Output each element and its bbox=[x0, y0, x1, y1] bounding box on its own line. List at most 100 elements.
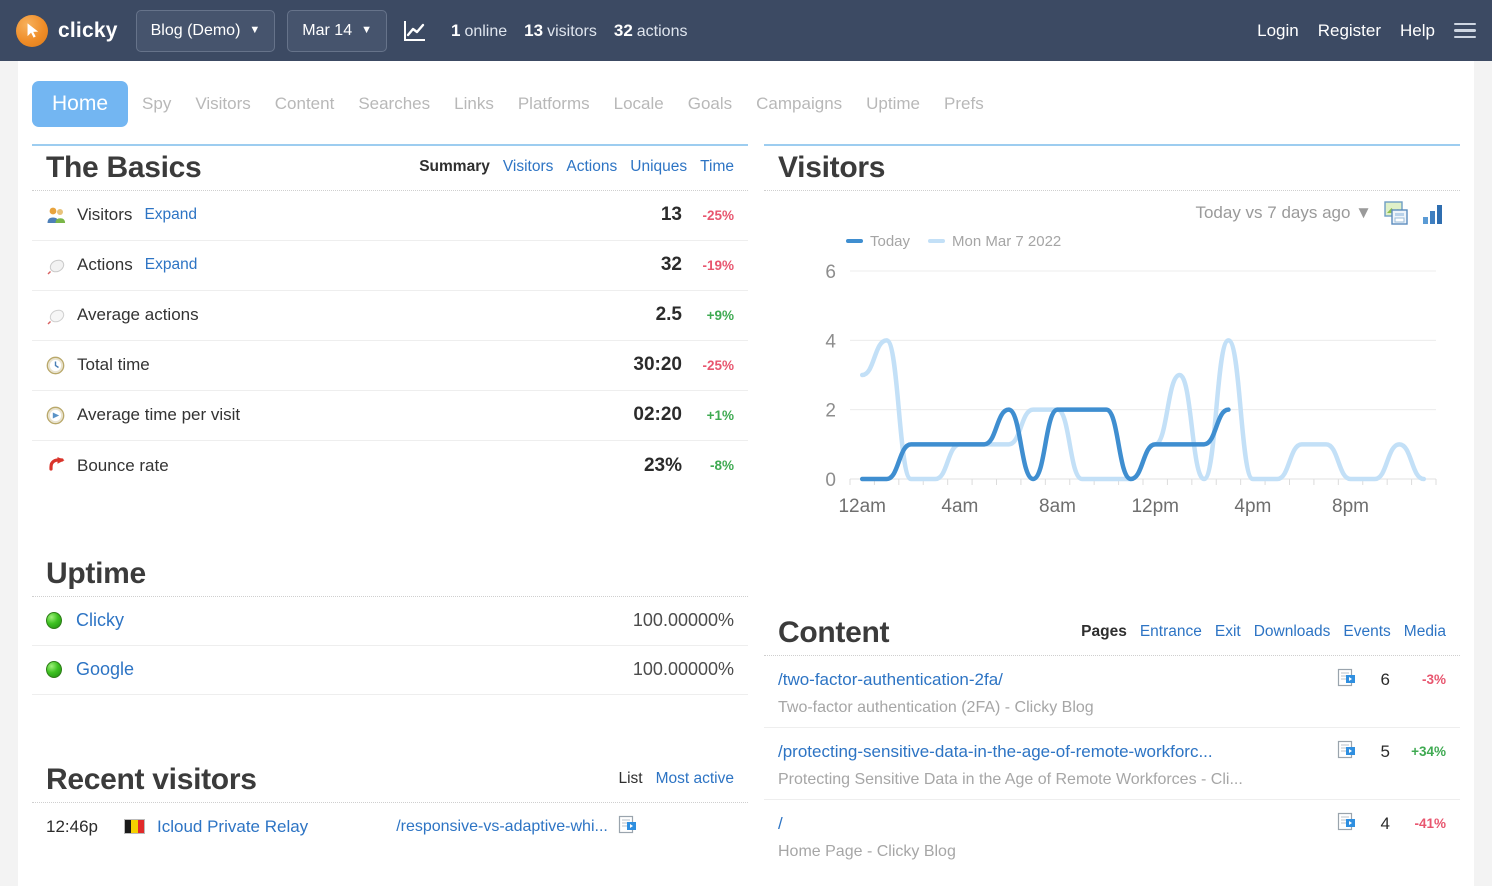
uptime-title: Uptime bbox=[46, 558, 146, 590]
nav-item-prefs[interactable]: Prefs bbox=[934, 88, 994, 120]
nav-item-home[interactable]: Home bbox=[32, 81, 128, 127]
stat-online-label: online bbox=[464, 23, 507, 40]
nav-item-locale[interactable]: Locale bbox=[604, 88, 674, 120]
nav-item-searches[interactable]: Searches bbox=[348, 88, 440, 120]
legend-item-today: Today bbox=[846, 233, 910, 250]
legend-swatch bbox=[846, 239, 863, 243]
card-accent-rule bbox=[32, 144, 748, 146]
tab-entrance[interactable]: Entrance bbox=[1140, 623, 1202, 641]
row-label: Average actions bbox=[77, 305, 199, 325]
tab-actions[interactable]: Actions bbox=[566, 158, 617, 176]
expand-link[interactable]: Expand bbox=[145, 256, 198, 274]
x-axis-tick: 4am bbox=[941, 496, 978, 517]
page-detail-icon[interactable] bbox=[1337, 668, 1356, 692]
nav-item-visitors[interactable]: Visitors bbox=[185, 88, 260, 120]
table-row[interactable]: Total time 30:20 -25% bbox=[32, 341, 748, 391]
tab-pages[interactable]: Pages bbox=[1081, 623, 1127, 641]
row-label: Visitors bbox=[77, 205, 132, 225]
y-axis-tick: 2 bbox=[825, 400, 836, 421]
content-url[interactable]: /two-factor-authentication-2fa/ bbox=[778, 670, 1003, 690]
visitor-name[interactable]: Icloud Private Relay bbox=[157, 817, 308, 837]
row-delta: -25% bbox=[682, 208, 734, 223]
tab-summary[interactable]: Summary bbox=[419, 158, 490, 176]
y-axis-tick: 6 bbox=[825, 262, 836, 283]
date-selector-label: Mar 14 bbox=[302, 22, 352, 40]
export-image-icon[interactable] bbox=[1384, 201, 1409, 226]
nav-item-goals[interactable]: Goals bbox=[678, 88, 742, 120]
nav-item-content[interactable]: Content bbox=[265, 88, 345, 120]
list-item[interactable]: Clicky 100.00000% bbox=[32, 597, 748, 646]
x-axis-tick: 12pm bbox=[1131, 496, 1179, 517]
row-delta: -25% bbox=[682, 358, 734, 373]
bar-chart-icon[interactable] bbox=[1421, 201, 1446, 226]
cursor-arrow-icon bbox=[16, 15, 48, 47]
stat-actions: 32actions bbox=[614, 21, 688, 41]
row-value: 2.5 bbox=[656, 304, 682, 326]
content-page-title: Protecting Sensitive Data in the Age of … bbox=[778, 771, 1298, 789]
table-row[interactable]: Average time per visit 02:20 +1% bbox=[32, 391, 748, 441]
tab-events[interactable]: Events bbox=[1343, 623, 1390, 641]
login-link[interactable]: Login bbox=[1257, 21, 1299, 41]
page-detail-icon[interactable] bbox=[1337, 740, 1356, 764]
visit-path[interactable]: /responsive-vs-adaptive-whi... bbox=[396, 818, 608, 836]
tab-downloads[interactable]: Downloads bbox=[1254, 623, 1331, 641]
help-link[interactable]: Help bbox=[1400, 21, 1435, 41]
x-axis-tick: 4pm bbox=[1234, 496, 1271, 517]
stat-online-value: 1 bbox=[451, 21, 460, 40]
recent-visitors-card: Recent visitors List Most active 12:46p … bbox=[32, 756, 748, 886]
nav-item-uptime[interactable]: Uptime bbox=[856, 88, 930, 120]
page-detail-icon[interactable] bbox=[618, 815, 637, 839]
content-page-title: Home Page - Clicky Blog bbox=[778, 843, 1298, 861]
page-detail-icon[interactable] bbox=[1337, 812, 1356, 836]
section-nav: Home Spy Visitors Content Searches Links… bbox=[32, 81, 994, 127]
belgium-flag-icon bbox=[124, 819, 145, 834]
content-row-main: /two-factor-authentication-2fa/ 6 -3% bbox=[778, 668, 1446, 692]
tab-list[interactable]: List bbox=[618, 770, 642, 788]
register-link[interactable]: Register bbox=[1318, 21, 1381, 41]
table-row[interactable]: Average actions 2.5 +9% bbox=[32, 291, 748, 341]
tab-uniques[interactable]: Uniques bbox=[630, 158, 687, 176]
hamburger-menu-icon[interactable] bbox=[1454, 23, 1476, 39]
series-today-line bbox=[862, 409, 1228, 478]
x-axis-tick: 8pm bbox=[1332, 496, 1369, 517]
brand-logo[interactable]: clicky bbox=[16, 15, 118, 47]
tab-exit[interactable]: Exit bbox=[1215, 623, 1241, 641]
tab-visitors[interactable]: Visitors bbox=[503, 158, 554, 176]
nav-item-spy[interactable]: Spy bbox=[132, 88, 181, 120]
expand-link[interactable]: Expand bbox=[144, 206, 197, 224]
table-row[interactable]: Visitors Expand 13 -25% bbox=[32, 191, 748, 241]
chevron-down-icon: ▼ bbox=[1355, 203, 1372, 222]
table-row[interactable]: /protecting-sensitive-data-in-the-age-of… bbox=[764, 728, 1460, 800]
nav-item-campaigns[interactable]: Campaigns bbox=[746, 88, 852, 120]
nav-item-links[interactable]: Links bbox=[444, 88, 504, 120]
header-stats: 1online 13visitors 32actions bbox=[451, 21, 688, 41]
table-row[interactable]: /two-factor-authentication-2fa/ 6 -3% Tw… bbox=[764, 656, 1460, 728]
table-row[interactable]: Actions Expand 32 -19% bbox=[32, 241, 748, 291]
bounce-arrow-icon bbox=[46, 456, 70, 476]
line-chart-icon[interactable] bbox=[399, 16, 429, 46]
comparison-selector[interactable]: Today vs 7 days ago ▼ bbox=[1195, 203, 1372, 223]
content-tabs: Pages Entrance Exit Downloads Events Med… bbox=[1081, 623, 1446, 649]
brand-name: clicky bbox=[58, 19, 118, 43]
nav-item-platforms[interactable]: Platforms bbox=[508, 88, 600, 120]
list-item[interactable]: Google 100.00000% bbox=[32, 646, 748, 695]
table-row[interactable]: 12:46p Icloud Private Relay /responsive-… bbox=[32, 803, 748, 851]
content-card-header: Content Pages Entrance Exit Downloads Ev… bbox=[764, 609, 1460, 656]
uptime-site-name[interactable]: Clicky bbox=[76, 610, 124, 631]
tab-most-active[interactable]: Most active bbox=[656, 770, 734, 788]
table-row[interactable]: Bounce rate 23% -8% bbox=[32, 441, 748, 491]
legend-item-comparison: Mon Mar 7 2022 bbox=[928, 233, 1061, 250]
content-url[interactable]: /protecting-sensitive-data-in-the-age-of… bbox=[778, 742, 1213, 762]
tab-media[interactable]: Media bbox=[1404, 623, 1446, 641]
site-selector-button[interactable]: Blog (Demo) ▼ bbox=[136, 10, 276, 52]
stat-actions-value: 32 bbox=[614, 21, 633, 40]
row-delta: -8% bbox=[682, 458, 734, 473]
uptime-site-name[interactable]: Google bbox=[76, 659, 134, 680]
chevron-down-icon: ▼ bbox=[361, 25, 372, 36]
content-url[interactable]: / bbox=[778, 814, 783, 834]
date-selector-button[interactable]: Mar 14 ▼ bbox=[287, 10, 387, 52]
tab-time[interactable]: Time bbox=[700, 158, 734, 176]
table-row[interactable]: / 4 -41% Home Page - Clicky Blog bbox=[764, 800, 1460, 871]
recent-visitors-tabs: List Most active bbox=[618, 770, 734, 796]
content-delta: +34% bbox=[1390, 744, 1446, 759]
